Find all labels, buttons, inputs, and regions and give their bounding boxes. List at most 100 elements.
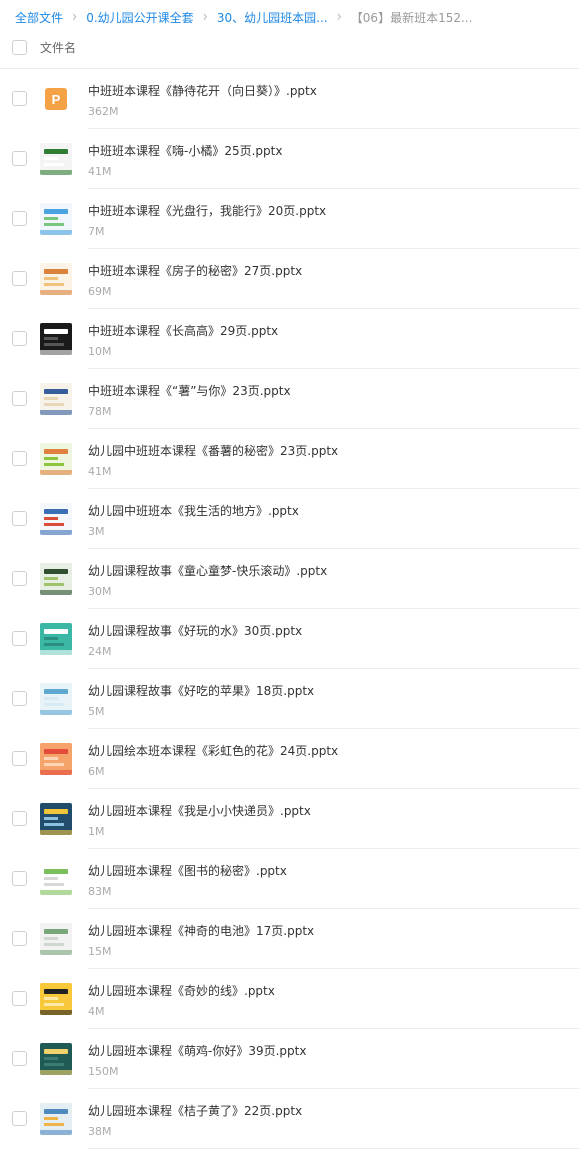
row-checkbox[interactable] xyxy=(12,331,27,346)
row-checkbox[interactable] xyxy=(12,991,27,1006)
file-name[interactable]: 幼儿园班本课程《萌鸡-你好》39页.pptx xyxy=(88,1042,306,1059)
file-size: 6M xyxy=(88,765,105,778)
file-name[interactable]: 幼儿园课程故事《好吃的苹果》18页.pptx xyxy=(88,682,314,699)
file-name[interactable]: 中班班本课程《“薯”与你》23页.pptx xyxy=(88,382,291,399)
slide-thumbnail-icon xyxy=(40,743,72,775)
file-row[interactable]: 幼儿园绘本班本课程《彩虹色的花》24页.pptx 6M xyxy=(0,729,579,789)
breadcrumb-current: 【06】最新班本152... xyxy=(350,10,473,25)
breadcrumb-item-all-files[interactable]: 全部文件 xyxy=(15,9,63,26)
file-size: 5M xyxy=(88,705,105,718)
file-size: 1M xyxy=(88,825,105,838)
file-name[interactable]: 中班班本课程《长高高》29页.pptx xyxy=(88,322,278,339)
slide-thumbnail-icon xyxy=(40,1103,72,1135)
slide-thumbnail-icon xyxy=(40,863,72,895)
file-size: 41M xyxy=(88,165,112,178)
chevron-right-icon: › xyxy=(336,8,342,26)
row-checkbox[interactable] xyxy=(12,211,27,226)
row-checkbox[interactable] xyxy=(12,271,27,286)
row-checkbox[interactable] xyxy=(12,811,27,826)
file-name[interactable]: 幼儿园课程故事《童心童梦-快乐滚动》.pptx xyxy=(88,562,327,579)
file-row[interactable]: 幼儿园班本课程《奇妙的线》.pptx 4M xyxy=(0,969,579,1029)
file-name[interactable]: 中班班本课程《静待花开（向日葵）》.pptx xyxy=(88,82,317,99)
file-size: 4M xyxy=(88,1005,105,1018)
file-row[interactable]: 幼儿园中班班本《我生活的地方》.pptx 3M xyxy=(0,489,579,549)
slide-thumbnail-icon xyxy=(40,1043,72,1075)
file-name[interactable]: 幼儿园班本课程《奇妙的线》.pptx xyxy=(88,982,275,999)
file-row[interactable]: 中班班本课程《“薯”与你》23页.pptx 78M xyxy=(0,369,579,429)
file-row[interactable]: 幼儿园课程故事《好吃的苹果》18页.pptx 5M xyxy=(0,669,579,729)
file-size: 150M xyxy=(88,1065,119,1078)
slide-thumbnail-icon xyxy=(40,263,72,295)
file-row[interactable]: 幼儿园课程故事《童心童梦-快乐滚动》.pptx 30M xyxy=(0,549,579,609)
row-checkbox[interactable] xyxy=(12,451,27,466)
file-row[interactable]: 中班班本课程《长高高》29页.pptx 10M xyxy=(0,309,579,369)
row-checkbox[interactable] xyxy=(12,91,27,106)
row-checkbox[interactable] xyxy=(12,931,27,946)
slide-thumbnail-icon xyxy=(40,803,72,835)
select-all-checkbox[interactable] xyxy=(12,39,27,55)
row-checkbox[interactable] xyxy=(12,511,27,526)
file-name[interactable]: 中班班本课程《光盘行，我能行》20页.pptx xyxy=(88,202,326,219)
file-size: 7M xyxy=(88,225,105,238)
slide-thumbnail-icon xyxy=(40,143,72,175)
file-row[interactable]: 幼儿园班本课程《桔子黄了》22页.pptx 38M xyxy=(0,1089,579,1149)
file-size: 24M xyxy=(88,645,112,658)
breadcrumb-item-class-courses[interactable]: 30、幼儿园班本园... xyxy=(217,9,328,26)
file-list-header: 文件名 xyxy=(0,34,579,60)
slide-thumbnail-icon xyxy=(40,503,72,535)
row-checkbox[interactable] xyxy=(12,1111,27,1126)
file-size: 41M xyxy=(88,465,112,478)
row-checkbox[interactable] xyxy=(12,151,27,166)
file-name[interactable]: 幼儿园课程故事《好玩的水》30页.pptx xyxy=(88,622,302,639)
file-list: P 中班班本课程《静待花开（向日葵）》.pptx 362M 中班班本课程《嗨-小橘》2… xyxy=(0,69,579,1149)
file-size: 69M xyxy=(88,285,112,298)
file-size: 38M xyxy=(88,1125,112,1138)
slide-thumbnail-icon xyxy=(40,383,72,415)
slide-thumbnail-icon xyxy=(40,563,72,595)
file-row[interactable]: 中班班本课程《房子的秘密》27页.pptx 69M xyxy=(0,249,579,309)
file-size: 3M xyxy=(88,525,105,538)
row-checkbox[interactable] xyxy=(12,691,27,706)
file-row[interactable]: 幼儿园班本课程《我是小小快递员》.pptx 1M xyxy=(0,789,579,849)
file-size: 30M xyxy=(88,585,112,598)
ppt-file-icon: P xyxy=(45,88,67,110)
row-checkbox[interactable] xyxy=(12,1051,27,1066)
file-row[interactable]: P 中班班本课程《静待花开（向日葵）》.pptx 362M xyxy=(0,69,579,129)
chevron-right-icon: › xyxy=(202,8,208,26)
chevron-right-icon: › xyxy=(72,8,78,26)
file-name[interactable]: 幼儿园班本课程《图书的秘密》.pptx xyxy=(88,862,287,879)
slide-thumbnail-icon xyxy=(40,683,72,715)
file-row[interactable]: 幼儿园班本课程《神奇的电池》17页.pptx 15M xyxy=(0,909,579,969)
file-row[interactable]: 幼儿园课程故事《好玩的水》30页.pptx 24M xyxy=(0,609,579,669)
file-name[interactable]: 中班班本课程《嗨-小橘》25页.pptx xyxy=(88,142,282,159)
row-checkbox[interactable] xyxy=(12,391,27,406)
file-size: 10M xyxy=(88,345,112,358)
file-row[interactable]: 中班班本课程《嗨-小橘》25页.pptx 41M xyxy=(0,129,579,189)
file-row[interactable]: 幼儿园班本课程《萌鸡-你好》39页.pptx 150M xyxy=(0,1029,579,1089)
row-checkbox[interactable] xyxy=(12,571,27,586)
file-row[interactable]: 幼儿园班本课程《图书的秘密》.pptx 83M xyxy=(0,849,579,909)
row-checkbox[interactable] xyxy=(12,871,27,886)
slide-thumbnail-icon xyxy=(40,923,72,955)
row-divider xyxy=(88,1148,579,1149)
file-size: 83M xyxy=(88,885,112,898)
slide-thumbnail-icon xyxy=(40,203,72,235)
file-name[interactable]: 幼儿园中班班本《我生活的地方》.pptx xyxy=(88,502,299,519)
column-header-filename[interactable]: 文件名 xyxy=(40,39,76,56)
file-name[interactable]: 幼儿园班本课程《神奇的电池》17页.pptx xyxy=(88,922,314,939)
breadcrumb: 全部文件 › 0.幼儿园公开课全套 › 30、幼儿园班本园... › 【06】最… xyxy=(0,0,579,34)
slide-thumbnail-icon xyxy=(40,323,72,355)
file-size: 15M xyxy=(88,945,112,958)
file-name[interactable]: 幼儿园班本课程《我是小小快递员》.pptx xyxy=(88,802,311,819)
row-checkbox[interactable] xyxy=(12,751,27,766)
file-name[interactable]: 幼儿园绘本班本课程《彩虹色的花》24页.pptx xyxy=(88,742,338,759)
file-row[interactable]: 中班班本课程《光盘行，我能行》20页.pptx 7M xyxy=(0,189,579,249)
row-checkbox[interactable] xyxy=(12,631,27,646)
file-size: 362M xyxy=(88,105,119,118)
slide-thumbnail-icon xyxy=(40,443,72,475)
breadcrumb-item-kindergarten-courses[interactable]: 0.幼儿园公开课全套 xyxy=(86,9,193,26)
file-name[interactable]: 幼儿园班本课程《桔子黄了》22页.pptx xyxy=(88,1102,302,1119)
file-name[interactable]: 中班班本课程《房子的秘密》27页.pptx xyxy=(88,262,302,279)
file-row[interactable]: 幼儿园中班班本课程《番薯的秘密》23页.pptx 41M xyxy=(0,429,579,489)
file-name[interactable]: 幼儿园中班班本课程《番薯的秘密》23页.pptx xyxy=(88,442,338,459)
